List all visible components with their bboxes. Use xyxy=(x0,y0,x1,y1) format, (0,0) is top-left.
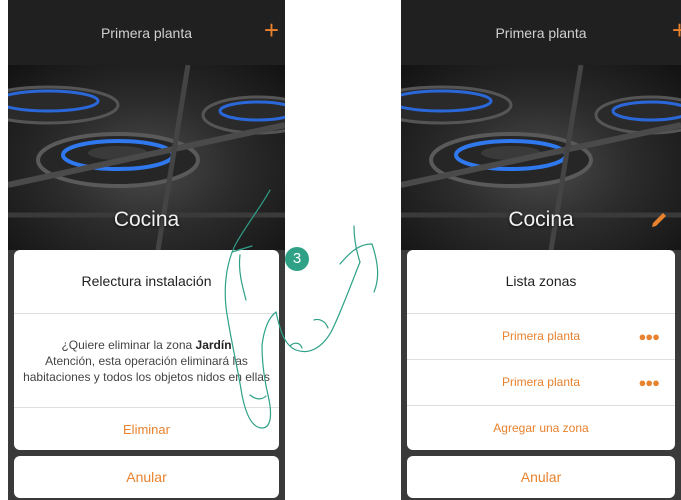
more-dots-icon[interactable]: ●●● xyxy=(638,360,660,405)
zone-label: Primera planta xyxy=(501,329,581,343)
zone-row[interactable]: Primera planta ●●● xyxy=(407,314,675,360)
room-label: Cocina xyxy=(113,208,180,231)
delete-button[interactable]: Eliminar xyxy=(14,408,279,450)
zone-label: Primera planta xyxy=(501,375,581,389)
room-label: Cocina xyxy=(508,208,574,231)
left-phone-screen: Primera planta + Cocina Relectura instal… xyxy=(8,0,285,500)
header-bar: Primera planta + xyxy=(401,0,681,65)
pencil-icon[interactable] xyxy=(649,210,669,235)
plus-icon[interactable]: + xyxy=(672,17,681,43)
dialog-title: Lista zonas xyxy=(407,250,675,314)
header-title: Primera planta xyxy=(100,25,193,41)
zone-list-dialog: Lista zonas Primera planta ●●● Primera p… xyxy=(407,250,675,450)
header-title: Primera planta xyxy=(495,25,587,41)
delete-zone-dialog: Relectura instalación ¿Quiere eliminar l… xyxy=(14,250,279,450)
zone-row[interactable]: Primera planta ●●● xyxy=(407,360,675,406)
message-body: Atención, esta operación eliminará las h… xyxy=(23,353,270,384)
dialog-message: ¿Quiere eliminar la zona Jardín Atención… xyxy=(14,314,279,408)
right-phone-screen: Primera planta + Cocina Lista zonas Prim… xyxy=(401,0,681,500)
more-dots-icon[interactable]: ●●● xyxy=(638,314,660,359)
plus-icon[interactable]: + xyxy=(264,17,279,43)
header-bar: Primera planta + xyxy=(8,0,285,65)
zone-name: Jardín xyxy=(195,337,232,352)
add-zone-button[interactable]: Agregar una zona xyxy=(407,406,675,450)
dialog-title: Relectura instalación xyxy=(14,250,279,314)
cancel-button[interactable]: Anular xyxy=(407,456,675,498)
cancel-button[interactable]: Anular xyxy=(14,456,279,498)
message-prefix: ¿Quiere eliminar la zona xyxy=(61,337,193,352)
step-badge: 3 xyxy=(285,247,309,271)
